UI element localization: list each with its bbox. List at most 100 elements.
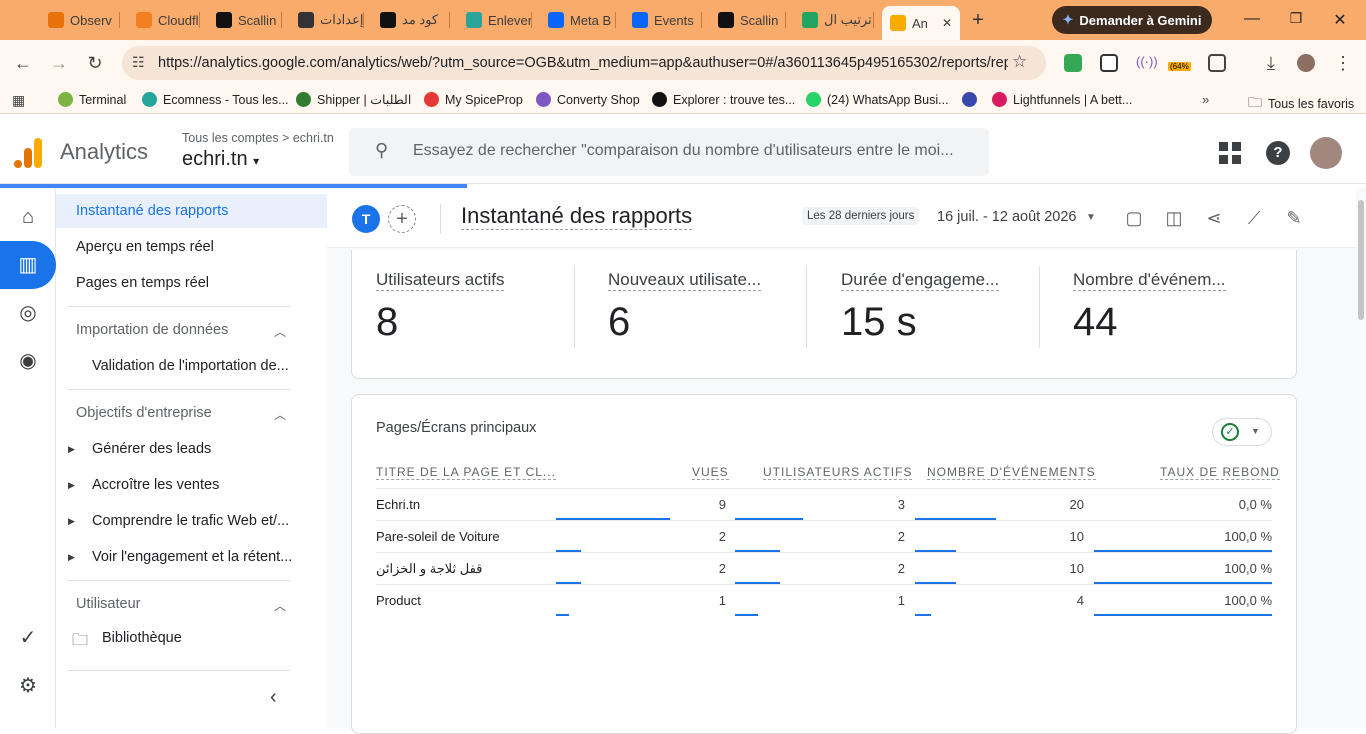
insights-check-icon[interactable]: ✓ <box>16 626 40 650</box>
nav-item-realtime-pages[interactable]: Pages en temps réel <box>76 275 209 291</box>
browser-tab[interactable]: Enlever <box>458 6 532 34</box>
more-bookmarks-icon[interactable]: » <box>1202 92 1209 107</box>
bookmark-item[interactable]: Terminal <box>58 92 126 107</box>
nav-section-objectives[interactable]: Objectifs d'entreprise <box>76 405 212 421</box>
menu-kebab-icon[interactable]: ⋮ <box>1332 52 1354 74</box>
property-selector[interactable]: echri.tn ▾ <box>182 148 259 171</box>
download-icon[interactable]: ⤓ <box>1260 52 1282 74</box>
page-title-cell[interactable]: قفل ثلاجة و الخزائن <box>376 561 482 577</box>
page-title-cell[interactable]: Pare-soleil de Voiture <box>376 529 500 544</box>
all-bookmarks-folder[interactable]: 🗀 Tous les favoris <box>1248 92 1354 116</box>
bookmark-item[interactable] <box>962 92 983 107</box>
signal-extension-icon[interactable]: ((·)) <box>1136 54 1158 72</box>
new-tab-button[interactable]: + <box>968 10 988 30</box>
share-icon[interactable]: ⋖ <box>1202 206 1226 230</box>
column-header-event-count[interactable]: NOMBRE D'ÉVÉNEMENTS <box>927 465 1096 480</box>
apps-grid-icon[interactable] <box>1219 142 1241 164</box>
browser-tab[interactable]: Events <box>624 6 702 34</box>
metric-name[interactable]: Nouveaux utilisate... <box>608 270 762 291</box>
compare-columns-icon[interactable]: ◫ <box>1162 206 1186 230</box>
bookmark-item[interactable]: Converty Shop <box>536 92 640 107</box>
help-icon[interactable]: ? <box>1266 141 1290 165</box>
column-header-bounce-rate[interactable]: TAUX DE REBOND <box>1160 465 1280 480</box>
metric-name[interactable]: Nombre d'événem... <box>1073 270 1226 291</box>
browser-tab[interactable]: Observ <box>40 6 120 34</box>
restore-button[interactable]: ❐ <box>1286 10 1306 27</box>
forward-arrow-icon[interactable]: → <box>48 52 70 74</box>
explore-icon[interactable]: ◎ <box>16 301 40 325</box>
date-range[interactable]: 16 juil. - 12 août 2026 <box>937 209 1076 225</box>
profile-avatar[interactable] <box>1297 54 1315 72</box>
nav-item-traffic[interactable]: Comprendre le trafic Web et/... <box>92 513 289 529</box>
nav-item-library[interactable]: Bibliothèque <box>102 630 182 646</box>
close-window-button[interactable]: ✕ <box>1330 10 1350 30</box>
browser-tab[interactable]: كود مد <box>372 6 450 34</box>
table-row[interactable] <box>376 584 1272 616</box>
metric-name[interactable]: Utilisateurs actifs <box>376 270 505 291</box>
metric-name[interactable]: Durée d'engageme... <box>841 270 1000 291</box>
advertising-icon[interactable]: ◉ <box>16 349 40 373</box>
nav-section-user[interactable]: Utilisateur <box>76 596 140 612</box>
bookmark-star-icon[interactable]: ☆ <box>1012 52 1027 72</box>
bookmark-item[interactable]: Lightfunnels | A bett... <box>992 92 1132 107</box>
puzzle-extensions-icon[interactable] <box>1208 54 1226 72</box>
table-row[interactable] <box>376 488 1272 520</box>
browser-tab[interactable]: Scallin <box>710 6 786 34</box>
table-row[interactable] <box>376 552 1272 584</box>
bookmark-item[interactable]: Ecomness - Tous les... <box>142 92 289 107</box>
table-row[interactable] <box>376 520 1272 552</box>
page-title-cell[interactable]: Echri.tn <box>376 497 420 512</box>
expand-arrow-icon[interactable]: ▶ <box>68 480 75 491</box>
chevron-up-icon[interactable]: ︿ <box>274 323 286 340</box>
insights-sparkle-icon[interactable]: ⟋ <box>1242 206 1266 230</box>
close-tab-icon[interactable]: ✕ <box>942 16 952 30</box>
nav-item-import-validation[interactable]: Validation de l'importation de... <box>92 358 289 374</box>
search-input[interactable]: ⚲ Essayez de rechercher "comparaison du … <box>349 128 989 176</box>
browser-tab[interactable]: Cloudfl <box>128 6 200 34</box>
minimize-button[interactable]: — <box>1242 10 1262 28</box>
address-bar[interactable]: ☷ https://analytics.google.com/analytics… <box>122 46 1046 80</box>
apps-grid-icon[interactable]: ▦ <box>12 92 25 109</box>
bookmark-item[interactable]: My SpiceProp <box>424 92 523 107</box>
date-preset-label[interactable]: Les 28 derniers jours <box>802 207 920 225</box>
chevron-up-icon[interactable]: ︿ <box>274 597 286 614</box>
nav-item-reports-snapshot[interactable]: Instantané des rapports <box>76 203 228 219</box>
bookmark-item[interactable]: Explorer : trouve tes... <box>652 92 795 107</box>
reports-icon[interactable]: ▥ <box>16 253 40 277</box>
nav-item-sales[interactable]: Accroître les ventes <box>92 477 219 493</box>
reload-icon[interactable]: ↻ <box>84 52 106 74</box>
gemini-button[interactable]: ✦ Demander à Gemini <box>1052 6 1212 34</box>
browser-tab[interactable]: Meta B <box>540 6 616 34</box>
qr-extension-icon[interactable] <box>1100 54 1118 72</box>
page-title-cell[interactable]: Product <box>376 593 421 608</box>
column-header-active-users[interactable]: UTILISATEURS ACTIFS <box>763 465 913 480</box>
extension-icon[interactable] <box>1064 54 1082 72</box>
expand-arrow-icon[interactable]: ▶ <box>68 516 75 527</box>
chevron-up-icon[interactable]: ︿ <box>274 406 286 423</box>
edit-pencil-icon[interactable]: ✎ <box>1282 206 1306 230</box>
add-comparison-button[interactable]: + <box>388 205 416 233</box>
account-avatar[interactable] <box>1310 137 1342 169</box>
bookmark-item[interactable]: (24) WhatsApp Busi... <box>806 92 949 107</box>
home-icon[interactable]: ⌂ <box>16 205 40 229</box>
scrollbar[interactable] <box>1358 200 1364 320</box>
nav-section-data-import[interactable]: Importation de données <box>76 322 228 338</box>
site-info-icon[interactable]: ☷ <box>132 54 145 71</box>
data-quality-dropdown[interactable]: ✓ ▼ <box>1212 418 1272 446</box>
browser-tab[interactable]: ترتيب ال <box>794 6 874 34</box>
comparison-avatar[interactable]: T <box>352 205 380 233</box>
nav-item-realtime-overview[interactable]: Aperçu en temps réel <box>76 239 214 255</box>
collapse-nav-icon[interactable]: ‹ <box>270 686 277 709</box>
settings-gear-icon[interactable]: ⚙ <box>16 674 40 698</box>
browser-tab[interactable]: An ✕ <box>882 6 960 40</box>
nav-item-engagement[interactable]: Voir l'engagement et la rétent... <box>92 549 292 565</box>
browser-tab[interactable]: Scallin <box>208 6 282 34</box>
bookmark-item[interactable]: Shipper | الطلبات <box>296 92 411 107</box>
browser-tab[interactable]: إعدادات <box>290 6 364 34</box>
column-header-views[interactable]: VUES <box>692 465 729 480</box>
nav-item-leads[interactable]: Générer des leads <box>92 441 211 457</box>
account-breadcrumb[interactable]: Tous les comptes > echri.tn <box>182 131 334 145</box>
expand-arrow-icon[interactable]: ▶ <box>68 552 75 563</box>
expand-arrow-icon[interactable]: ▶ <box>68 444 75 455</box>
column-header-page-title[interactable]: TITRE DE LA PAGE ET CL... <box>376 465 556 480</box>
